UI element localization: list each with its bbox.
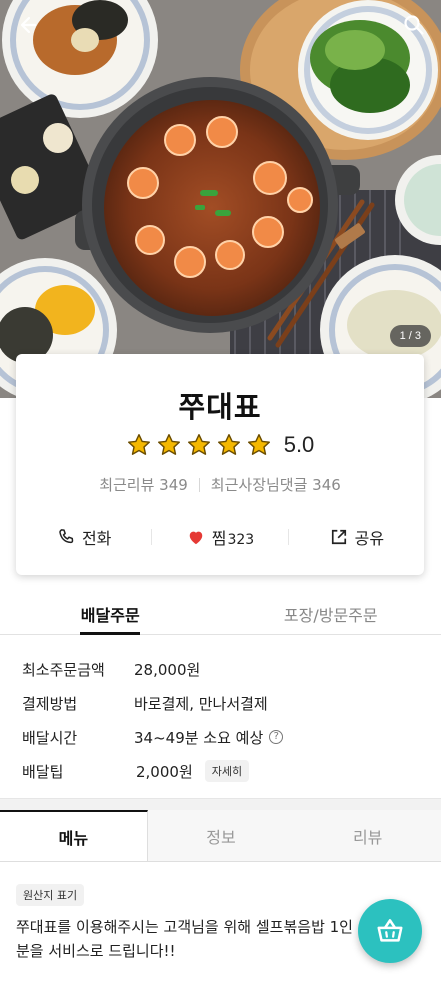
delivery-info-table: 최소주문금액 28,000원 결제방법 바로결제, 만나서결제 배달시간 34~… bbox=[22, 652, 422, 788]
min-order-value: 28,000원 bbox=[134, 660, 201, 679]
star-icon bbox=[247, 434, 270, 455]
order-type-tabs: 배달주문 포장/방문주문 bbox=[0, 590, 441, 635]
back-arrow-icon bbox=[20, 16, 37, 34]
tab-reviews[interactable]: 리뷰 bbox=[294, 810, 441, 861]
divider bbox=[198, 477, 200, 492]
star-icon bbox=[217, 434, 240, 455]
share-label: 공유 bbox=[354, 529, 385, 548]
store-name: 쭈대표 bbox=[178, 390, 262, 424]
share-button[interactable]: 공유 bbox=[289, 525, 424, 549]
delivery-time-value-wrap: 34~49분 소요 예상 ? bbox=[134, 727, 284, 748]
info-row: 배달시간 34~49분 소요 예상 ? bbox=[22, 720, 422, 754]
review-counts: 최근리뷰 349 최근사장님댓글 346 bbox=[16, 474, 424, 495]
food-photo bbox=[0, 0, 441, 398]
tab-info[interactable]: 정보 bbox=[148, 810, 295, 861]
like-button[interactable]: 찜 323 bbox=[152, 525, 287, 549]
share-icon bbox=[331, 529, 346, 545]
hero-image[interactable]: 1 / 3 bbox=[0, 0, 441, 398]
payment-label: 결제방법 bbox=[22, 694, 78, 713]
tip-detail-button[interactable]: 자세히 bbox=[204, 760, 250, 782]
help-icon[interactable]: ? bbox=[269, 730, 284, 744]
min-order-label: 최소주문금액 bbox=[22, 660, 105, 679]
tab-delivery-order[interactable]: 배달주문 bbox=[0, 590, 221, 635]
image-page-indicator: 1 / 3 bbox=[389, 325, 431, 347]
rating-row: 5.0 bbox=[16, 432, 424, 458]
store-notice: 쭈대표를 이용해주시는 고객님을 위해 셀프볶음밥 1인분을 서비스로 드립니다… bbox=[16, 918, 353, 960]
info-row: 결제방법 바로결제, 만나서결제 bbox=[22, 686, 422, 720]
tip-value: 2,000원 bbox=[136, 762, 193, 781]
search-icon bbox=[404, 15, 424, 35]
content-tabs: 메뉴 정보 리뷰 bbox=[0, 810, 441, 862]
delivery-time-label: 배달시간 bbox=[22, 728, 78, 747]
heart-icon bbox=[189, 531, 202, 545]
store-info-card: 쭈대표 5.0 최근리뷰 349 최근사장님댓글 346 전화 찜 323 공유 bbox=[16, 354, 424, 575]
action-row: 전화 찜 323 공유 bbox=[16, 522, 424, 552]
like-label: 찜 bbox=[211, 529, 227, 548]
call-label: 전화 bbox=[81, 529, 112, 548]
payment-value: 바로결제, 만나서결제 bbox=[134, 694, 268, 713]
cart-basket-icon bbox=[377, 919, 403, 942]
section-divider bbox=[0, 798, 441, 810]
cart-button[interactable] bbox=[358, 899, 422, 963]
tip-value-wrap: 2,000원 자세히 bbox=[136, 760, 250, 782]
info-row: 최소주문금액 28,000원 bbox=[22, 652, 422, 686]
star-icon bbox=[127, 434, 150, 455]
origin-label-badge[interactable]: 원산지 표기 bbox=[16, 884, 85, 906]
tab-pickup-order[interactable]: 포장/방문주문 bbox=[221, 590, 441, 634]
recent-reviews-link[interactable]: 최근리뷰 349 bbox=[99, 474, 188, 495]
owner-replies-link[interactable]: 최근사장님댓글 346 bbox=[211, 474, 341, 495]
tab-menu[interactable]: 메뉴 bbox=[0, 810, 148, 861]
back-button[interactable] bbox=[12, 10, 42, 40]
search-button[interactable] bbox=[399, 10, 429, 40]
star-icon bbox=[187, 434, 210, 455]
phone-icon bbox=[59, 529, 74, 544]
info-row: 배달팁 2,000원 자세히 bbox=[22, 754, 422, 788]
delivery-time-value: 34~49분 소요 예상 bbox=[134, 728, 264, 747]
call-button[interactable]: 전화 bbox=[16, 525, 151, 549]
rating-value: 5.0 bbox=[283, 432, 315, 457]
tip-label: 배달팁 bbox=[22, 762, 64, 781]
star-icon bbox=[157, 434, 180, 455]
like-count: 323 bbox=[227, 532, 255, 548]
